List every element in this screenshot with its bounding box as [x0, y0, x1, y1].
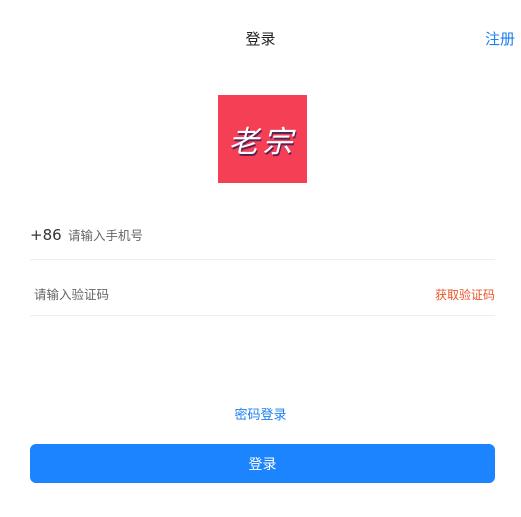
- password-login-link[interactable]: 密码登录: [234, 408, 286, 423]
- code-divider: [30, 315, 495, 316]
- get-code-button[interactable]: 获取验证码: [435, 286, 495, 303]
- code-field-row: 获取验证码: [30, 279, 495, 309]
- password-login-container: 密码登录: [0, 406, 521, 426]
- page-title: 登录: [245, 30, 276, 48]
- phone-input[interactable]: [68, 223, 448, 247]
- app-logo: 老宗: [218, 95, 307, 183]
- login-button[interactable]: 登录: [30, 444, 495, 483]
- phone-field-row: +86: [30, 220, 495, 250]
- login-page: 登录 注册 老宗 +86 获取验证码 密码登录 登录: [0, 0, 521, 517]
- country-code[interactable]: +86: [30, 226, 68, 244]
- phone-divider: [30, 259, 495, 260]
- register-link[interactable]: 注册: [485, 28, 515, 50]
- logo-text: 老宗: [228, 125, 297, 160]
- verification-code-input[interactable]: [30, 282, 435, 306]
